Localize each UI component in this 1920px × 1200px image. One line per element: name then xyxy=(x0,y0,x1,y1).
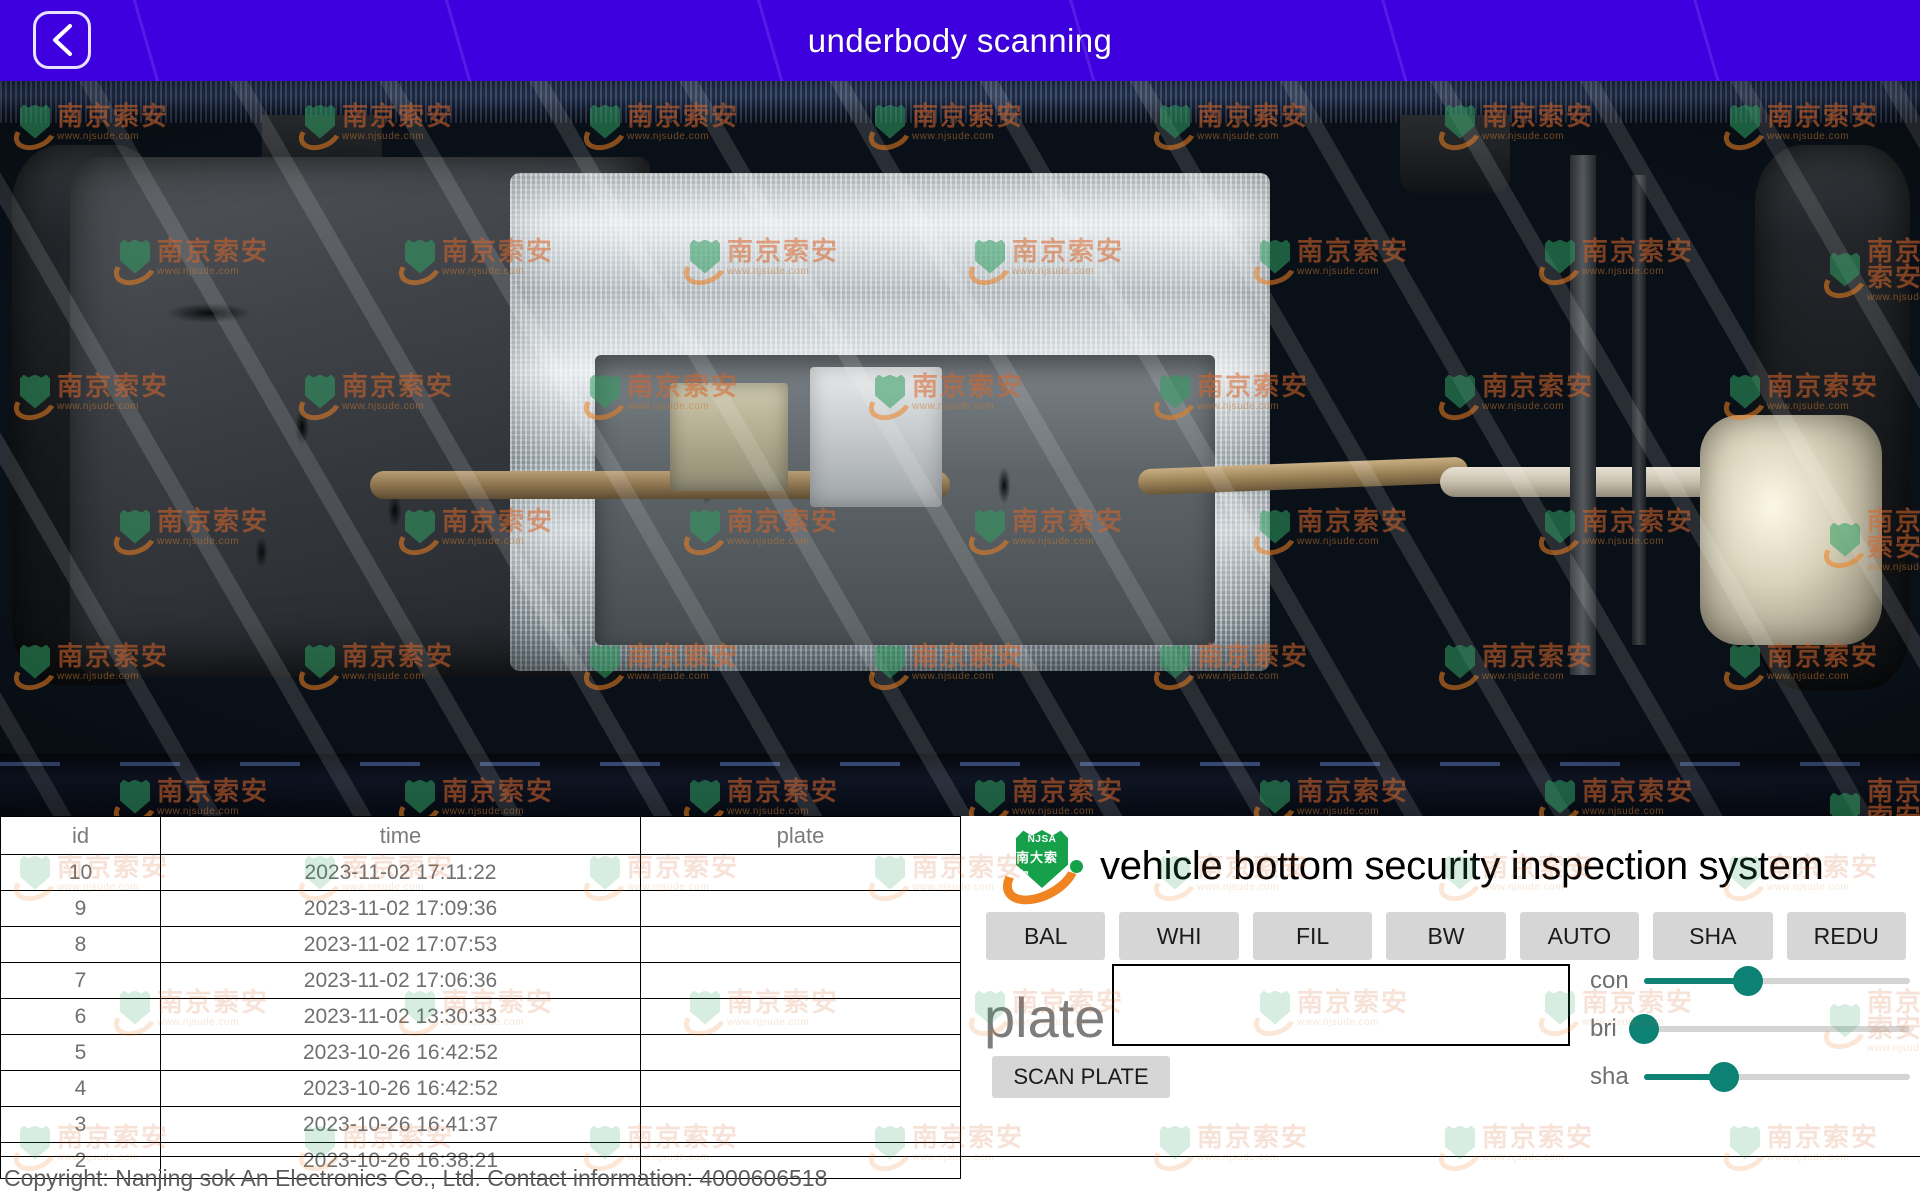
rear-muffler xyxy=(1700,415,1882,645)
center-muffler xyxy=(810,367,942,507)
logo-initials: NJSA xyxy=(1027,833,1057,845)
cell-id: 8 xyxy=(0,926,161,963)
slider-track-bri[interactable] xyxy=(1629,1014,1910,1044)
cell-time: 2023-11-02 13:30:33 xyxy=(160,998,641,1035)
table-row[interactable]: 7 2023-11-02 17:06:36 xyxy=(0,962,961,999)
cell-id: 10 xyxy=(0,854,161,891)
company-logo-icon: NJSA 南大索安 xyxy=(993,828,1089,917)
table-row[interactable]: 5 2023-10-26 16:42:52 xyxy=(0,1034,961,1071)
column-header-plate[interactable]: plate xyxy=(640,816,961,855)
scan-log-table: id time plate 10 2023-11-02 17:11:22 9 2023… xyxy=(0,816,961,1179)
catalytic-converter xyxy=(670,383,788,491)
rear-suspension-link xyxy=(1632,175,1646,645)
filter-button-whi[interactable]: WHI xyxy=(1119,912,1239,960)
table-row[interactable]: 8 2023-11-02 17:07:53 xyxy=(0,926,961,963)
plate-label: plate xyxy=(984,986,1106,1049)
logo-green-dot xyxy=(1070,860,1083,873)
cell-plate xyxy=(640,1070,961,1107)
cell-id: 5 xyxy=(0,1034,161,1071)
cell-time: 2023-11-02 17:11:22 xyxy=(160,854,641,891)
cell-time: 2023-11-02 17:07:53 xyxy=(160,926,641,963)
cell-id: 3 xyxy=(0,1106,161,1143)
cell-id: 4 xyxy=(0,1070,161,1107)
column-header-id[interactable]: id xyxy=(0,816,161,855)
table-row[interactable]: 10 2023-11-02 17:11:22 xyxy=(0,854,961,891)
table-row[interactable]: 6 2023-11-02 13:30:33 xyxy=(0,998,961,1035)
filter-button-fil[interactable]: FIL xyxy=(1252,912,1373,960)
table-header: id time plate xyxy=(0,816,961,855)
slider-thumb-con[interactable] xyxy=(1732,966,1763,996)
slider-row-con: con xyxy=(1590,964,1910,998)
cell-time: 2023-10-26 16:41:37 xyxy=(160,1106,641,1143)
slider-track-sha[interactable] xyxy=(1644,1062,1910,1092)
image-filter-button-row: BAL WHI FIL BW AUTO SHA REDU xyxy=(986,912,1906,960)
cell-plate xyxy=(640,998,961,1035)
column-header-time[interactable]: time xyxy=(160,816,641,855)
slider-thumb-sha[interactable] xyxy=(1708,1062,1739,1092)
table-row[interactable]: 3 2023-10-26 16:41:37 xyxy=(0,1106,961,1143)
bottom-section: id time plate 10 2023-11-02 17:11:22 9 2023… xyxy=(0,816,1920,1200)
cell-plate xyxy=(640,1034,961,1071)
filter-button-bal[interactable]: BAL xyxy=(986,912,1106,960)
cell-id: 7 xyxy=(0,962,161,999)
filter-button-redu[interactable]: REDU xyxy=(1786,912,1906,960)
vehicle-underbody xyxy=(10,115,1910,715)
cell-plate xyxy=(640,962,961,999)
system-title: vehicle bottom security inspection syste… xyxy=(1100,843,1824,888)
cell-time: 2023-11-02 17:06:36 xyxy=(160,962,641,999)
slider-thumb-bri[interactable] xyxy=(1629,1014,1659,1044)
app-root: underbody scanning 南京索安 www.njsude.com 南… xyxy=(0,0,1920,1200)
underbody-scan-image[interactable]: 南京索安 www.njsude.com 南京索安 www.njsude.com 南京索安… xyxy=(0,81,1920,816)
cell-id: 9 xyxy=(0,890,161,927)
cell-plate xyxy=(640,854,961,891)
control-panel: NJSA 南大索安 vehicle bottom security inspec… xyxy=(960,816,1920,1156)
cell-time: 2023-10-26 16:42:52 xyxy=(160,1070,641,1107)
scan-plate-button[interactable]: SCAN PLATE xyxy=(992,1056,1170,1098)
plate-input[interactable] xyxy=(1112,964,1570,1046)
table-body: 10 2023-11-02 17:11:22 9 2023-11-02 17:09:3… xyxy=(0,854,961,1179)
table-header-row: id time plate xyxy=(0,816,961,855)
rear-axle-beam xyxy=(1570,155,1596,675)
table-row[interactable]: 9 2023-11-02 17:09:36 xyxy=(0,890,961,927)
cell-id: 6 xyxy=(0,998,161,1035)
slider-label-con: con xyxy=(1590,967,1629,994)
image-adjust-sliders: con bri sha xyxy=(1590,964,1910,1108)
slider-row-bri: bri xyxy=(1590,1012,1910,1046)
scan-image-content: 南京索安 www.njsude.com 南京索安 www.njsude.com 南京索安… xyxy=(0,81,1920,816)
copyright-footer: Copyright: Nanjing sok An Electronics Co… xyxy=(0,1156,1920,1200)
cell-plate xyxy=(640,1106,961,1143)
title-bar: underbody scanning xyxy=(0,0,1920,81)
scan-log-table-container: id time plate 10 2023-11-02 17:11:22 9 2023… xyxy=(0,816,961,1179)
filter-button-sha[interactable]: SHA xyxy=(1653,912,1773,960)
filter-button-auto[interactable]: AUTO xyxy=(1519,912,1640,960)
brand-header: NJSA 南大索安 vehicle bottom security inspec… xyxy=(993,828,1824,917)
scan-rail-bottom xyxy=(0,754,1920,816)
page-title: underbody scanning xyxy=(807,21,1113,59)
cell-plate xyxy=(640,890,961,927)
cell-time: 2023-10-26 16:42:52 xyxy=(160,1034,641,1071)
filter-button-bw[interactable]: BW xyxy=(1386,912,1506,960)
slider-label-sha: sha xyxy=(1590,1063,1629,1090)
slider-track-con[interactable] xyxy=(1644,966,1910,996)
cell-plate xyxy=(640,926,961,963)
slider-row-sha: sha xyxy=(1590,1060,1910,1094)
crossmember-rear xyxy=(1400,115,1510,193)
table-row[interactable]: 4 2023-10-26 16:42:52 xyxy=(0,1070,961,1107)
cell-time: 2023-11-02 17:09:36 xyxy=(160,890,641,927)
